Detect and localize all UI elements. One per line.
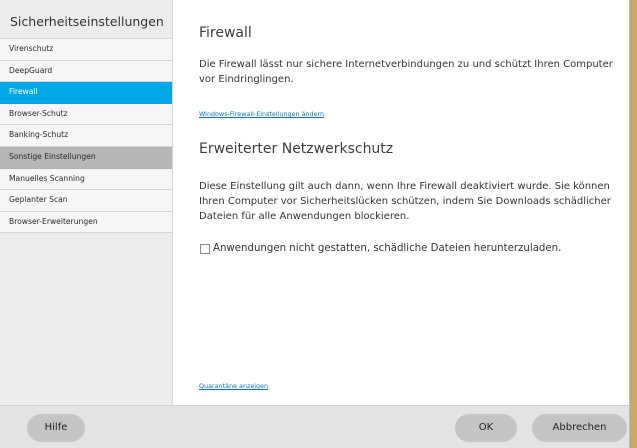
sidebar-item-deepguard[interactable]: DeepGuard — [0, 60, 172, 83]
sidebar-item-geplanter-scan[interactable]: Geplanter Scan — [0, 190, 172, 212]
block-harmful-downloads-option[interactable]: Anwendungen nicht gestatten, schädliche … — [200, 243, 561, 254]
settings-window: Sicherheitseinstellungen Virenschutz Dee… — [0, 0, 630, 448]
page-title: Firewall — [199, 25, 252, 41]
help-button[interactable]: Hilfe — [27, 414, 85, 442]
advanced-description: Diese Einstellung gilt auch dann, wenn I… — [199, 181, 611, 222]
sidebar-item-manuelles-scanning[interactable]: Manuelles Scanning — [0, 168, 172, 191]
sidebar-item-firewall[interactable]: Firewall — [0, 82, 172, 104]
main-panel: Firewall Die Firewall lässt nur sichere … — [173, 0, 629, 405]
block-harmful-downloads-label: Anwendungen nicht gestatten, schädliche … — [213, 243, 562, 254]
cancel-button[interactable]: Abbrechen — [532, 414, 627, 442]
footer-bar: Hilfe OK Abbrechen — [0, 405, 629, 448]
quarantine-link[interactable]: Quarantäne anzeigen — [199, 382, 268, 390]
sidebar-item-banking-schutz[interactable]: Banking-Schutz — [0, 125, 172, 147]
sidebar-item-virenschutz[interactable]: Virenschutz — [0, 39, 172, 61]
windows-firewall-settings-link[interactable]: Windows-Firewall-Einstellungen ändern — [199, 110, 324, 118]
background-strip — [630, 0, 637, 447]
ok-button[interactable]: OK — [455, 414, 517, 442]
section-title-advanced-network-protection: Erweiterter Netzwerkschutz — [199, 141, 394, 157]
firewall-description: Die Firewall lässt nur sichere Internetv… — [199, 59, 613, 85]
sidebar-list: Virenschutz DeepGuard Firewall Browser-S… — [0, 39, 172, 234]
sidebar-title: Sicherheitseinstellungen — [0, 0, 172, 39]
sidebar-section-sonstige: Sonstige Einstellungen — [0, 146, 172, 169]
sidebar: Sicherheitseinstellungen Virenschutz Dee… — [0, 0, 173, 405]
sidebar-item-browser-schutz[interactable]: Browser-Schutz — [0, 103, 172, 126]
block-harmful-downloads-checkbox[interactable] — [200, 243, 210, 254]
sidebar-item-browser-erweiterungen[interactable]: Browser-Erweiterungen — [0, 211, 172, 234]
